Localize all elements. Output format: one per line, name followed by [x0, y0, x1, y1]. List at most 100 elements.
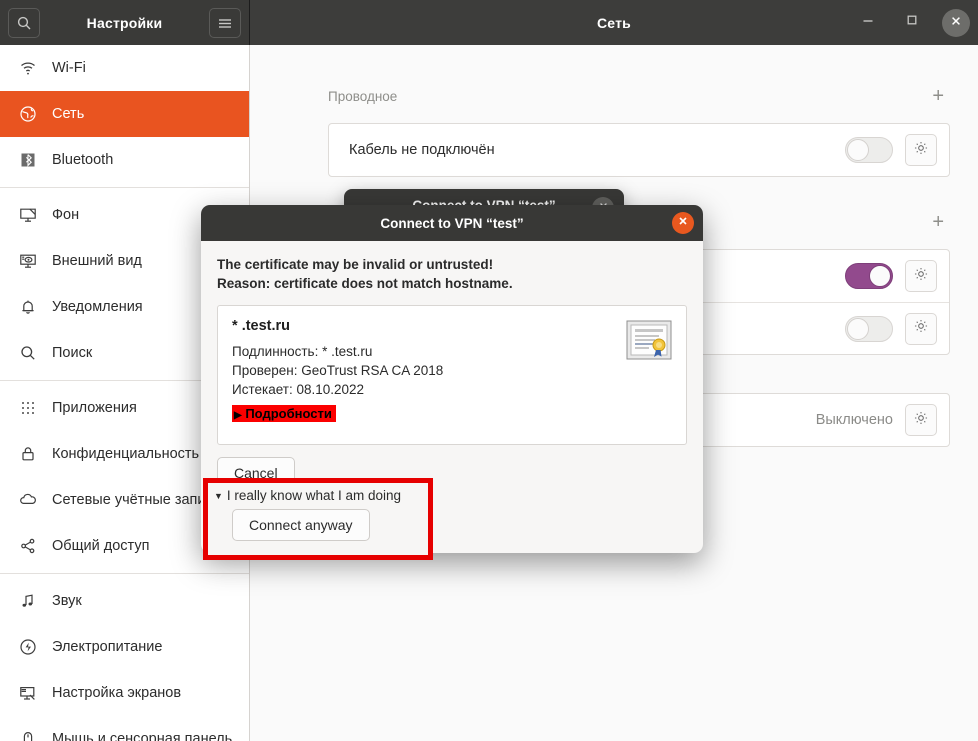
sidebar-item-label: Электропитание [52, 639, 163, 655]
expander-header[interactable]: ▼ I really know what I am doing [208, 483, 428, 503]
window-headerbar: Настройки Сеть [0, 0, 978, 45]
menu-button[interactable] [209, 7, 241, 38]
row-toggle[interactable] [845, 137, 893, 163]
hamburger-menu-icon [217, 17, 233, 29]
sidebar-item-mouse-touchpad[interactable]: Мышь и сенсорная панель [0, 716, 249, 741]
plus-icon[interactable]: + [932, 86, 944, 106]
sidebar-item-label: Конфиденциальность [52, 446, 200, 462]
sidebar-item-sound[interactable]: Звук [0, 578, 249, 624]
background-wallpaper-icon [18, 205, 38, 225]
row-controls [845, 134, 937, 166]
apps-grid-icon [18, 398, 38, 418]
sidebar-item-label: Фон [52, 207, 80, 223]
sidebar-item-label: Поиск [52, 345, 93, 361]
page-title: Сеть [597, 14, 631, 31]
toggle-knob [847, 139, 869, 161]
minimize-icon [861, 13, 875, 32]
certificate-details-expander[interactable]: ▶ Подробности [232, 405, 336, 422]
content-headerbar: Сеть [250, 0, 978, 45]
gear-icon [913, 318, 929, 339]
search-icon [18, 343, 38, 363]
close-icon [950, 14, 962, 32]
sidebar-item-label: Приложения [52, 400, 137, 416]
certificate-verified-line: Проверен: GeoTrust RSA CA 2018 [232, 363, 444, 378]
close-button[interactable] [942, 8, 970, 37]
sidebar-item-label: Уведомления [52, 299, 143, 315]
maximize-button[interactable] [898, 9, 926, 37]
row-settings-button[interactable] [905, 260, 937, 292]
certificate-info-box: * .test.ru Подлинность: * .test.ru Прове… [217, 305, 687, 445]
row-toggle[interactable] [845, 263, 893, 289]
appearance-icon [18, 251, 38, 271]
row-status: Выключено [815, 412, 893, 428]
gear-icon [913, 266, 929, 287]
row-settings-button[interactable] [905, 134, 937, 166]
plus-icon[interactable]: + [932, 212, 944, 232]
know-what-i-am-doing-expander[interactable]: ▼ I really know what I am doing Connect … [203, 478, 433, 560]
row-toggle[interactable] [845, 315, 893, 342]
section-header-wired: Проводное + [250, 81, 978, 111]
displays-icon [18, 683, 38, 703]
power-icon [18, 637, 38, 657]
section-title: Проводное [328, 88, 398, 104]
search-icon [16, 15, 32, 31]
sidebar-item-displays[interactable]: Настройка экранов [0, 670, 249, 716]
sidebar-item-label: Сетевые учётные записи [52, 492, 221, 508]
gear-icon [913, 410, 929, 431]
toggle-knob [847, 317, 869, 340]
network-globe-icon [18, 104, 38, 124]
expander-label: I really know what I am doing [226, 488, 402, 503]
sidebar-item-label: Настройка экранов [52, 685, 182, 701]
minimize-button[interactable] [854, 9, 882, 37]
warning-line-1: The certificate may be invalid or untrus… [217, 257, 494, 272]
certificate-cn-value: .test.ru [241, 318, 291, 334]
certificate-cn-star: * [232, 318, 238, 334]
certificate-common-name: * .test.ru [232, 318, 672, 334]
sidebar-item-network[interactable]: Сеть [0, 91, 249, 137]
dialog-close-button[interactable] [672, 212, 694, 234]
connect-anyway-button[interactable]: Connect anyway [232, 509, 370, 541]
dialog-titlebar: Connect to VPN “test” [201, 205, 703, 241]
gear-icon [913, 140, 929, 161]
dialog-title: Connect to VPN “test” [380, 215, 524, 231]
sidebar-headerbar: Настройки [0, 0, 250, 45]
mouse-icon [18, 729, 38, 741]
sidebar-item-bluetooth[interactable]: Bluetooth [0, 137, 249, 183]
certificate-details-label: Подробности [245, 406, 332, 421]
toggle-knob [869, 265, 891, 287]
sidebar-item-label: Внешний вид [52, 253, 142, 269]
wifi-icon [18, 58, 38, 78]
chevron-right-icon: ▶ [234, 410, 242, 421]
close-icon [677, 214, 689, 232]
settings-window: Настройки Сеть Wi-Fi Сеть Bluetooth Фон … [0, 0, 978, 741]
warning-line-2: Reason: certificate does not match hostn… [217, 276, 513, 291]
chevron-down-icon: ▼ [214, 490, 223, 501]
sidebar-item-label: Сеть [52, 106, 85, 122]
sidebar-divider [0, 187, 249, 188]
cloud-online-accounts-icon [18, 490, 38, 510]
wired-list: Кабель не подключён [328, 123, 950, 177]
connect-anyway-wrapper: Connect anyway [208, 503, 428, 541]
row-settings-button[interactable] [905, 404, 937, 436]
share-icon [18, 536, 38, 556]
certificate-identity-star: * [322, 344, 328, 359]
certificate-identity-value: .test.ru [331, 344, 373, 359]
sidebar-item-label: Общий доступ [52, 538, 150, 554]
search-button[interactable] [8, 7, 40, 38]
sidebar-item-label: Звук [52, 593, 82, 609]
certificate-identity-label: Подлинность: [232, 344, 319, 359]
sidebar-item-label: Мышь и сенсорная панель [52, 731, 233, 741]
list-item[interactable]: Кабель не подключён [329, 124, 949, 176]
sidebar-divider [0, 573, 249, 574]
window-controls [854, 0, 970, 45]
certificate-identity-line: Подлинность: * .test.ru [232, 344, 672, 359]
sidebar-item-wifi[interactable]: Wi-Fi [0, 45, 249, 91]
lock-privacy-icon [18, 444, 38, 464]
sidebar-item-power[interactable]: Электропитание [0, 624, 249, 670]
row-controls: Выключено [816, 404, 937, 436]
row-controls [845, 260, 937, 292]
row-settings-button[interactable] [905, 312, 937, 345]
maximize-icon [905, 13, 919, 32]
sound-note-icon [18, 591, 38, 611]
dialog-body: The certificate may be invalid or untrus… [201, 241, 703, 489]
